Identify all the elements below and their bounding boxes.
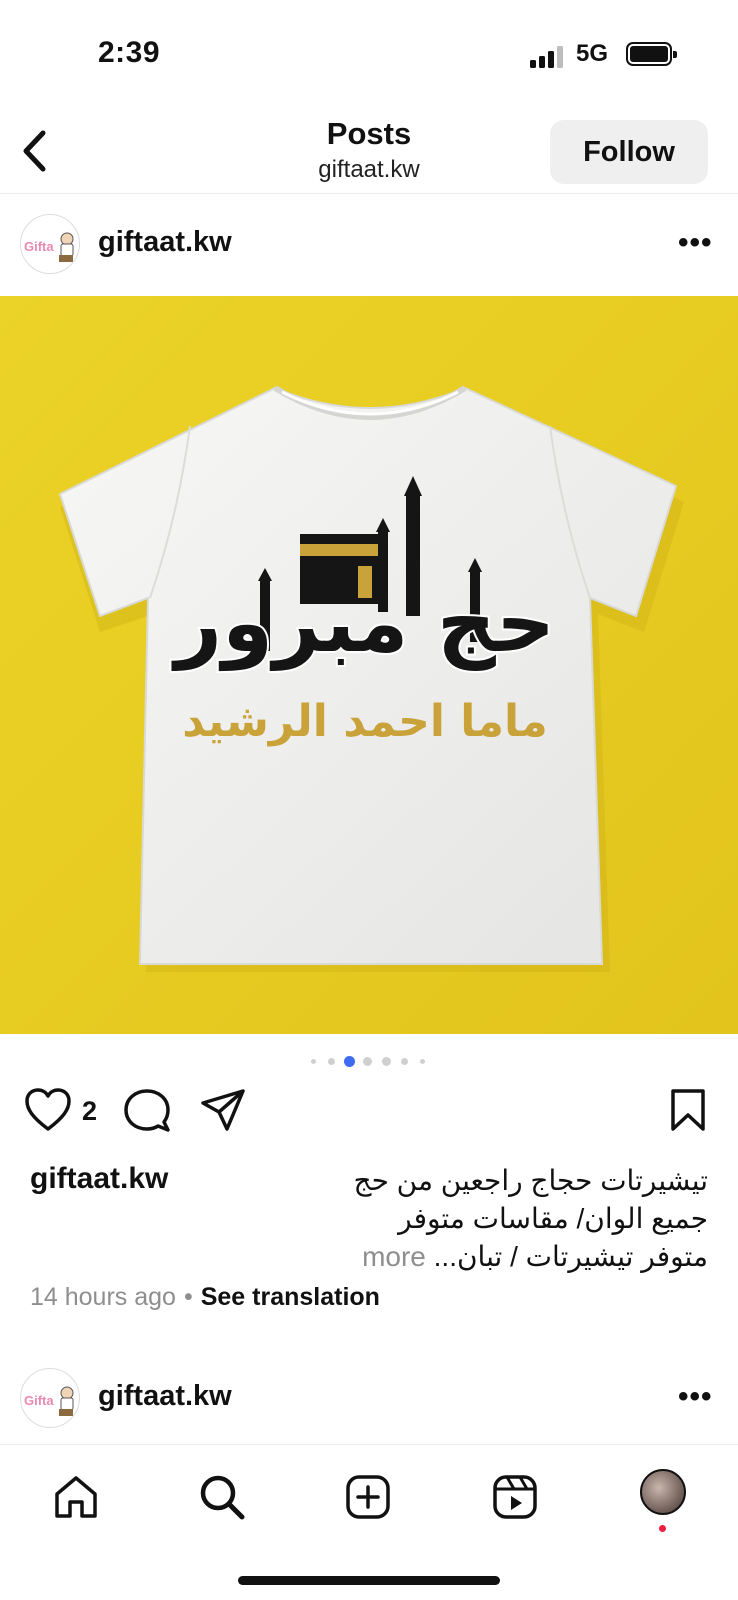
search-icon (200, 1475, 245, 1520)
shirt-name-text: ماما احمد الرشيد (182, 696, 548, 747)
shirt-title-text: حج مبرور (171, 576, 555, 672)
like-count[interactable]: 2 (82, 1096, 97, 1127)
next-post-username[interactable]: giftaat.kw (98, 1380, 232, 1413)
bookmark-icon (671, 1089, 705, 1131)
carousel-indicator (0, 1056, 738, 1068)
meta-separator: • (183, 1283, 193, 1311)
see-translation-link[interactable]: See translation (201, 1283, 380, 1311)
caption-line-3-text: متوفر تيشيرتات / تبان... (433, 1241, 708, 1272)
avatar[interactable]: Gifta (20, 214, 80, 274)
more-options-button[interactable]: ••• (678, 1380, 713, 1414)
create-icon (346, 1475, 390, 1519)
notification-dot (659, 1525, 666, 1532)
heart-icon (25, 1088, 71, 1131)
home-icon (55, 1476, 97, 1518)
post-time: 14 hours ago (30, 1283, 176, 1311)
caption-text: تيشيرتات حجاج راجعين من حج جميع الوان/ م… (288, 1162, 708, 1276)
send-icon (201, 1089, 245, 1131)
share-button[interactable] (200, 1088, 246, 1139)
caption-line-1: تيشيرتات حجاج راجعين من حج (353, 1165, 708, 1196)
svg-text:Gifta: Gifta (24, 239, 54, 254)
post-meta: 14 hours ago • See translation (30, 1283, 380, 1312)
like-button[interactable] (24, 1088, 72, 1137)
avatar[interactable]: Gifta (20, 1368, 80, 1428)
tab-search[interactable] (192, 1467, 252, 1527)
post-caption: giftaat.kw تيشيرتات حجاج راجعين من حج جم… (0, 1160, 738, 1272)
post-image[interactable]: حج مبرور ماما احمد الرشيد (0, 296, 738, 1034)
giftaat-logo: Gifta (24, 232, 74, 262)
tshirt-illustration: حج مبرور ماما احمد الرشيد (0, 296, 738, 1034)
follow-button[interactable]: Follow (550, 120, 708, 184)
home-indicator[interactable] (238, 1576, 500, 1585)
post-actions: 2 (0, 1086, 738, 1140)
caption-line-2: جميع الوان/ مقاسات متوفر (398, 1203, 708, 1234)
tab-home[interactable] (46, 1467, 106, 1527)
svg-text:Gifta: Gifta (24, 1393, 54, 1408)
post-username[interactable]: giftaat.kw (98, 226, 232, 259)
more-options-button[interactable]: ••• (678, 226, 713, 260)
tab-profile-avatar[interactable] (640, 1469, 686, 1515)
network-type: 5G (576, 40, 609, 67)
caption-username[interactable]: giftaat.kw (30, 1162, 168, 1196)
status-bar: 2:39 5G (0, 0, 738, 110)
reels-icon (493, 1475, 537, 1519)
comment-icon (124, 1089, 170, 1132)
giftaat-logo: Gifta (24, 1386, 74, 1416)
more-link[interactable]: more (362, 1241, 426, 1272)
posts-header: Posts giftaat.kw Follow (0, 110, 738, 194)
comment-button[interactable] (124, 1088, 170, 1139)
next-post-header: Gifta giftaat.kw ••• (0, 1350, 738, 1446)
battery-icon (626, 42, 677, 66)
status-time: 2:39 (98, 36, 161, 69)
save-button[interactable] (670, 1088, 706, 1137)
signal-icon (530, 46, 564, 68)
tab-create[interactable] (338, 1467, 398, 1527)
post-header: Gifta giftaat.kw ••• (0, 196, 738, 292)
caption-line-3: متوفر تيشيرتات / تبان... more (288, 1238, 708, 1276)
tab-reels[interactable] (485, 1467, 545, 1527)
